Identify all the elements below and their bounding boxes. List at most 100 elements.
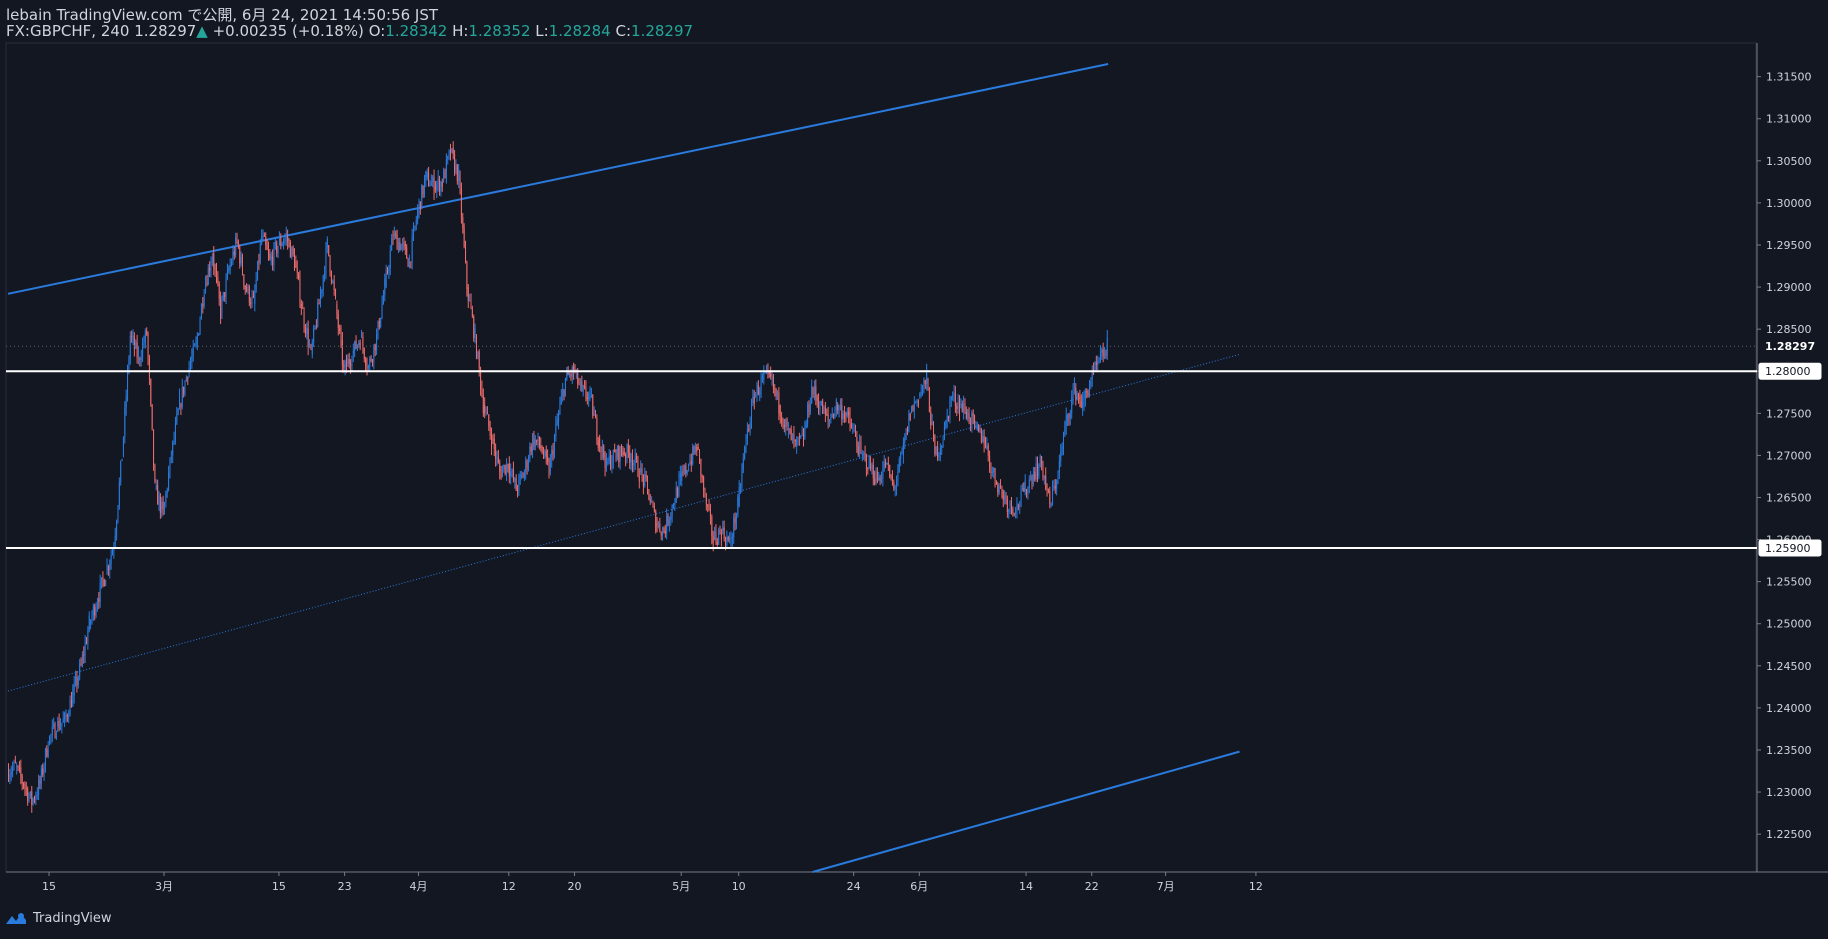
candle-down xyxy=(473,316,475,339)
time-axis-label: 22 xyxy=(1085,880,1099,893)
candle-up xyxy=(823,407,825,414)
candle-up xyxy=(1083,398,1085,405)
candle-up xyxy=(57,720,59,727)
candle-up xyxy=(566,371,568,380)
candle-up xyxy=(114,535,116,544)
candle-up xyxy=(121,458,123,461)
candle-down xyxy=(495,449,497,459)
tradingview-logo-icon xyxy=(6,912,26,924)
candle-down xyxy=(980,428,982,442)
candle-up xyxy=(132,336,134,338)
candle-up xyxy=(254,290,256,304)
candle-up xyxy=(633,462,635,466)
candle-up xyxy=(694,446,696,453)
candle-down xyxy=(475,337,477,358)
candle-down xyxy=(489,426,491,436)
candle-down xyxy=(822,401,824,414)
channel-mid-line xyxy=(7,353,1240,692)
candle-up xyxy=(91,614,93,621)
candle-down xyxy=(236,237,238,239)
candle-up xyxy=(553,436,555,455)
candle-up xyxy=(529,446,531,460)
candle-down xyxy=(371,360,373,362)
candle-down xyxy=(1000,485,1002,487)
candle-down xyxy=(642,475,644,487)
candle-down xyxy=(345,361,347,367)
candle-up xyxy=(397,241,399,250)
candle-up xyxy=(801,433,803,436)
candle-down xyxy=(488,414,490,427)
time-axis-label: 7月 xyxy=(1157,880,1175,893)
candle-down xyxy=(237,240,239,248)
candle-up xyxy=(612,449,614,463)
candle-up xyxy=(544,450,546,457)
candle-up xyxy=(657,523,659,527)
candle-up xyxy=(445,159,447,179)
candle-up xyxy=(756,384,758,395)
candle-down xyxy=(701,476,703,478)
candle-down xyxy=(1087,392,1089,396)
candle-up xyxy=(118,482,120,506)
candle-down xyxy=(98,598,100,603)
candle-up xyxy=(128,358,130,371)
candle-down xyxy=(779,404,781,417)
candle-up xyxy=(582,385,584,393)
candle-up xyxy=(894,487,896,490)
candle-down xyxy=(857,446,859,455)
candle-up xyxy=(796,438,798,447)
candle-down xyxy=(893,482,895,489)
candle-up xyxy=(514,478,516,481)
candle-up xyxy=(998,485,1000,493)
candle-down xyxy=(491,435,493,448)
candle-up xyxy=(127,370,129,397)
candle-down xyxy=(224,292,226,297)
candle-down xyxy=(1010,501,1012,509)
candle-up xyxy=(611,462,613,469)
candle-up xyxy=(192,345,194,357)
candle-down xyxy=(296,267,298,273)
candle-up xyxy=(200,304,202,320)
candle-up xyxy=(321,289,323,294)
candle-up xyxy=(922,385,924,392)
candle-up xyxy=(755,394,757,397)
candle-up xyxy=(255,279,257,291)
candle-down xyxy=(711,516,713,537)
candle-up xyxy=(432,177,434,183)
candle-up xyxy=(47,749,49,757)
candle-down xyxy=(824,407,826,415)
candle-up xyxy=(975,422,977,424)
price-axis-label: 1.25000 xyxy=(1766,618,1812,631)
candle-up xyxy=(485,412,487,414)
candle-up xyxy=(945,420,947,427)
candle-up xyxy=(950,397,952,401)
candle-down xyxy=(887,463,889,466)
candle-up xyxy=(402,242,404,245)
candle-up xyxy=(1021,488,1023,490)
candle-up xyxy=(43,765,45,775)
candle-down xyxy=(709,509,711,517)
candle-down xyxy=(778,392,780,413)
candle-up xyxy=(169,457,171,473)
candle-down xyxy=(826,414,828,416)
candle-up xyxy=(752,397,754,403)
candle-up xyxy=(129,335,131,359)
price-chart[interactable]: 1.22500 1.23000 1.23500 1.24000 1.24500 1.250… xyxy=(0,0,1828,939)
candle-down xyxy=(870,463,872,469)
candle-up xyxy=(920,391,922,395)
candle-down xyxy=(8,771,9,780)
tradingview-branding[interactable]: TradingView xyxy=(4,911,112,926)
candle-up xyxy=(309,345,311,347)
candle-up xyxy=(77,677,79,686)
candle-up xyxy=(1099,352,1101,363)
candle-up xyxy=(496,457,498,459)
candle-up xyxy=(759,390,761,395)
candle-up xyxy=(1065,415,1067,427)
candle-down xyxy=(924,380,926,384)
price-axis-label: 1.29500 xyxy=(1766,239,1812,252)
candle-up xyxy=(560,395,562,405)
candle-down xyxy=(18,766,20,768)
candle-down xyxy=(395,233,397,235)
candle-up xyxy=(991,471,993,473)
candle-up xyxy=(1104,354,1106,357)
candle-down xyxy=(66,715,68,718)
